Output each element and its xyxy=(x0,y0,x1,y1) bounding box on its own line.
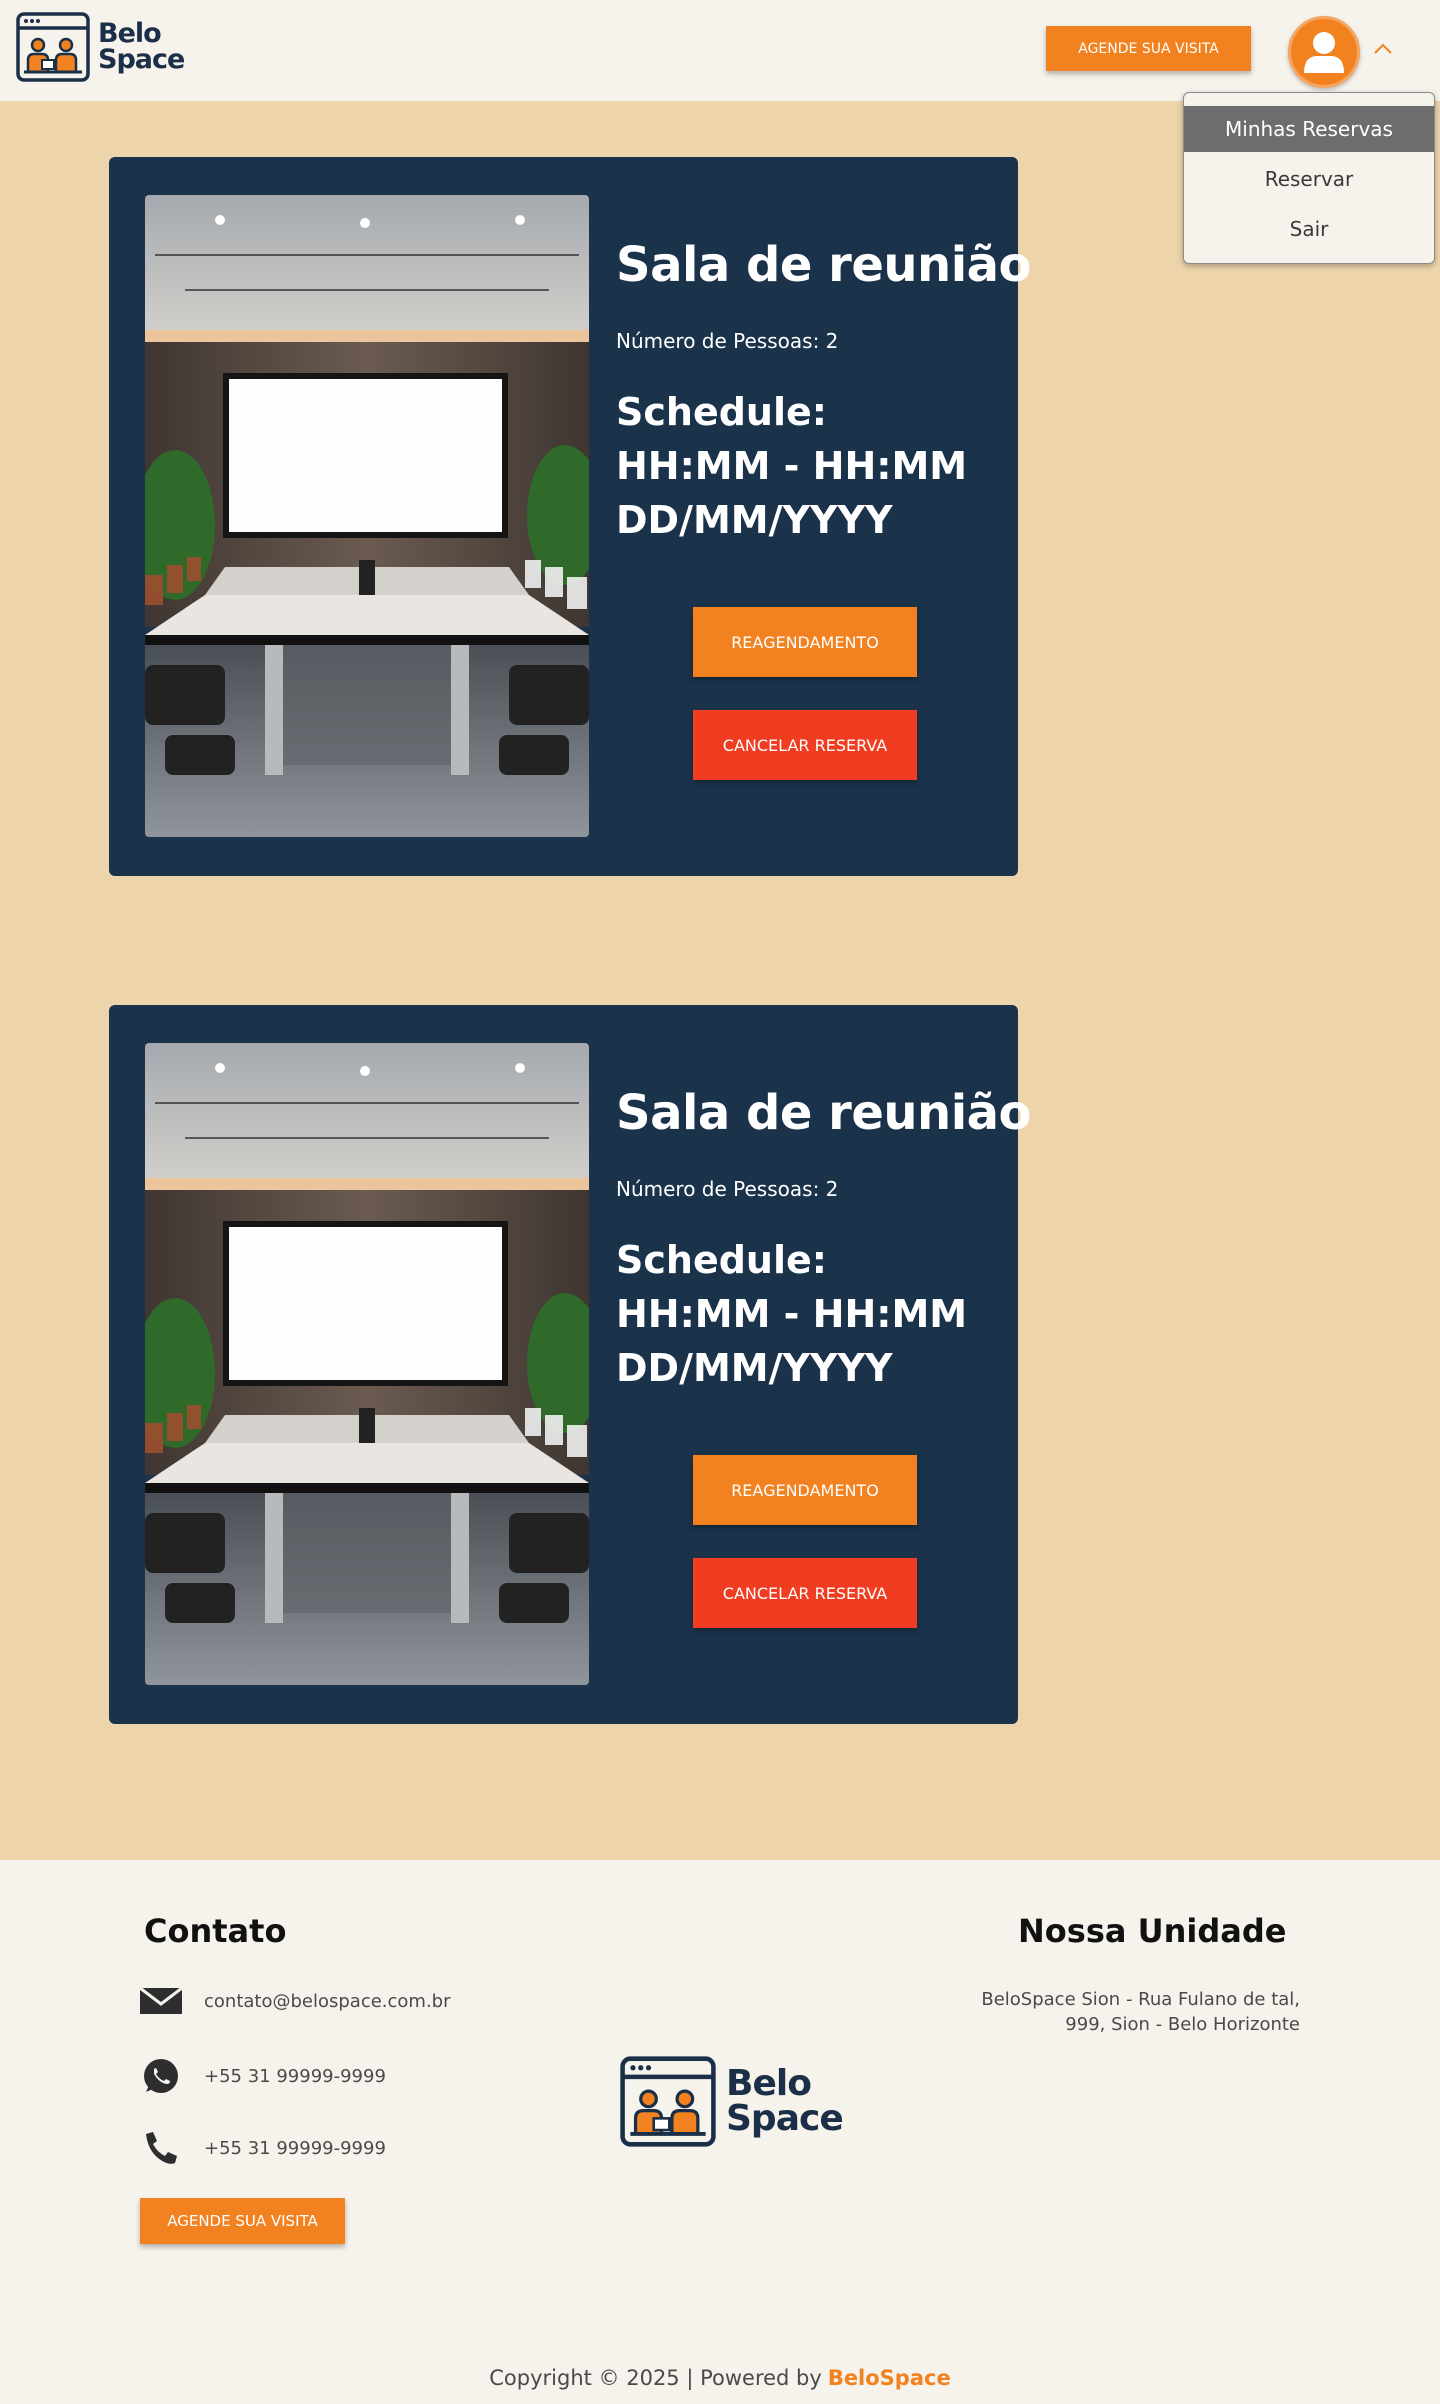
contact-email[interactable]: contato@belospace.com.br xyxy=(204,1991,451,2012)
schedule-date: DD/MM/YYYY xyxy=(616,498,893,542)
address-line-2: 999, Sion - Belo Horizonte xyxy=(1065,2014,1300,2035)
logo-wordmark: Belo Space xyxy=(98,21,185,75)
schedule-time: HH:MM - HH:MM xyxy=(616,1292,968,1336)
schedule-time: HH:MM - HH:MM xyxy=(616,444,968,488)
copyright-text: Copyright © 2025 | Powered by xyxy=(489,2366,822,2390)
menu-item-reserve[interactable]: Reservar xyxy=(1184,159,1434,199)
site-footer: Contato contato@belospace.com.br +55 31 … xyxy=(0,1860,1440,2404)
room-title: Sala de reunião xyxy=(616,237,1032,293)
reservations-section: Sala de reunião Número de Pessoas: 2 Sch… xyxy=(0,101,1440,1860)
logo-line-2: Space xyxy=(726,2097,844,2139)
contact-email-row[interactable]: contato@belospace.com.br xyxy=(138,1986,451,2016)
user-icon xyxy=(1304,32,1344,73)
unit-heading: Nossa Unidade xyxy=(1018,1912,1287,1950)
footer-logo[interactable]: Belo Space xyxy=(620,2056,844,2147)
meeting-room-photo xyxy=(145,195,589,837)
contact-phone-row[interactable]: +55 31 99999-9999 xyxy=(138,2128,386,2168)
copyright-brand-link[interactable]: BeloSpace xyxy=(828,2366,951,2390)
contact-heading: Contato xyxy=(144,1912,287,1950)
logo-line-2: Space xyxy=(98,44,185,75)
contact-whatsapp[interactable]: +55 31 99999-9999 xyxy=(204,2066,386,2087)
footer-schedule-visit-button[interactable]: AGENDE SUA VISITA xyxy=(140,2198,345,2244)
reschedule-button[interactable]: REAGENDAMENTO xyxy=(693,607,917,677)
reservation-card: Sala de reunião Número de Pessoas: 2 Sch… xyxy=(109,157,1032,876)
logo-icon xyxy=(620,2056,716,2147)
logo-line-1: Belo xyxy=(726,2063,812,2105)
reservation-card: Sala de reunião Número de Pessoas: 2 Sch… xyxy=(109,1005,1032,1724)
logo-icon xyxy=(16,12,90,82)
cancel-reservation-button[interactable]: CANCELAR RESERVA xyxy=(693,1558,917,1628)
unit-address: BeloSpace Sion - Rua Fulano de tal, 999,… xyxy=(940,1987,1300,2037)
user-avatar-button[interactable] xyxy=(1288,16,1360,88)
contact-whatsapp-row[interactable]: +55 31 99999-9999 xyxy=(138,2056,386,2096)
menu-item-my-reservations[interactable]: Minhas Reservas xyxy=(1184,106,1434,152)
address-line-1: BeloSpace Sion - Rua Fulano de tal, xyxy=(981,1989,1300,2010)
site-header: Belo Space AGENDE SUA VISITA xyxy=(0,0,1440,101)
mail-icon xyxy=(139,1986,183,2014)
copyright: Copyright © 2025 | Powered by BeloSpace xyxy=(0,2366,1440,2390)
schedule-label: Schedule: xyxy=(616,1238,827,1282)
logo-wordmark: Belo Space xyxy=(726,2063,844,2139)
schedule-date: DD/MM/YYYY xyxy=(616,1346,893,1390)
schedule-label: Schedule: xyxy=(616,390,827,434)
whatsapp-icon xyxy=(144,2059,178,2093)
people-count: Número de Pessoas: 2 xyxy=(616,329,839,353)
chevron-up-icon xyxy=(1374,43,1392,54)
reschedule-button[interactable]: REAGENDAMENTO xyxy=(693,1455,917,1525)
schedule-block: Schedule: HH:MM - HH:MM DD/MM/YYYY xyxy=(616,385,967,547)
room-title: Sala de reunião xyxy=(616,1085,1032,1141)
cancel-reservation-button[interactable]: CANCELAR RESERVA xyxy=(693,710,917,780)
header-schedule-visit-button[interactable]: AGENDE SUA VISITA xyxy=(1046,26,1251,71)
user-menu-toggle[interactable] xyxy=(1370,36,1396,62)
contact-phone[interactable]: +55 31 99999-9999 xyxy=(204,2138,386,2159)
meeting-room-photo xyxy=(145,1043,589,1685)
menu-item-logout[interactable]: Sair xyxy=(1184,209,1434,249)
user-dropdown-menu: Minhas Reservas Reservar Sair xyxy=(1183,92,1435,264)
phone-icon xyxy=(146,2132,177,2164)
schedule-block: Schedule: HH:MM - HH:MM DD/MM/YYYY xyxy=(616,1233,967,1395)
header-logo[interactable]: Belo Space xyxy=(16,12,185,82)
people-count: Número de Pessoas: 2 xyxy=(616,1177,839,1201)
